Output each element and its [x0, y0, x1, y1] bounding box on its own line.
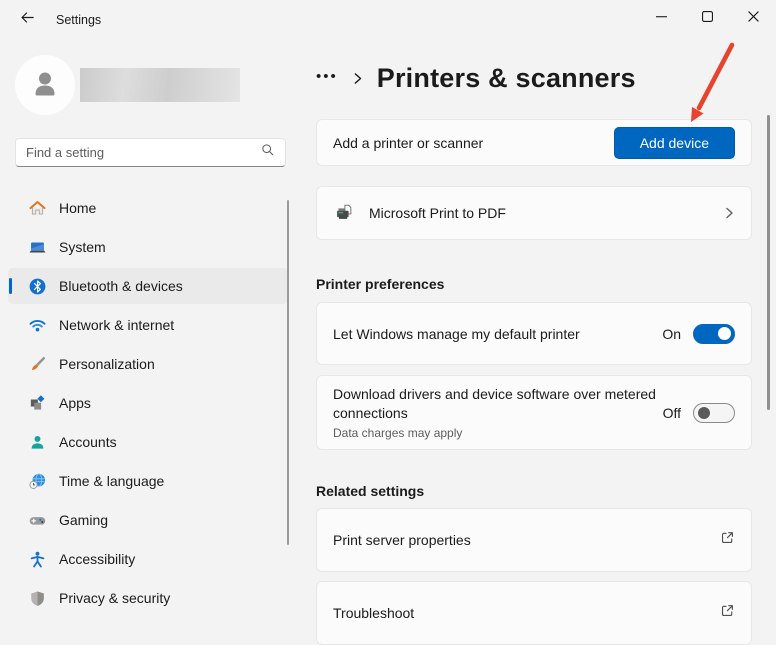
sidebar-item-label: Privacy & security: [59, 590, 170, 606]
sidebar-item-gaming[interactable]: Gaming: [8, 502, 288, 538]
back-arrow-icon: [20, 10, 35, 30]
person-avatar-icon: [28, 66, 62, 105]
sidebar-scrollbar[interactable]: [287, 200, 289, 545]
network-icon: [28, 316, 47, 335]
user-account-row[interactable]: [15, 55, 240, 115]
search-icon: [261, 143, 275, 162]
bluetooth-icon: [28, 277, 47, 296]
settings-window: { "window": { "title": "Settings" }, "si…: [0, 0, 776, 613]
troubleshoot-row[interactable]: Troubleshoot: [316, 581, 752, 645]
metered-connections-label: Download drivers and device software ove…: [333, 385, 663, 423]
gaming-icon: [28, 511, 47, 530]
sidebar-item-apps[interactable]: Apps: [8, 385, 288, 421]
sidebar-item-label: System: [59, 239, 106, 255]
home-icon: [28, 199, 47, 218]
toggle-state-label: On: [662, 326, 681, 342]
sidebar-item-label: Personalization: [59, 356, 155, 372]
sidebar-item-label: Time & language: [59, 473, 164, 489]
add-printer-label: Add a printer or scanner: [333, 135, 614, 151]
minimize-button[interactable]: [638, 0, 684, 36]
titlebar: Settings: [0, 0, 776, 40]
window-title: Settings: [56, 13, 101, 27]
add-device-button[interactable]: Add device: [614, 127, 735, 159]
printer-icon: [333, 202, 355, 224]
maximize-icon: [702, 9, 713, 27]
external-link-icon: [720, 530, 735, 550]
sidebar-item-label: Accounts: [59, 434, 117, 450]
sidebar-item-network-internet[interactable]: Network & internet: [8, 307, 288, 343]
search-box: [15, 138, 286, 167]
toggle-knob: [698, 407, 710, 419]
search-input[interactable]: [26, 145, 261, 160]
metered-connections-sublabel: Data charges may apply: [333, 426, 663, 440]
minimize-icon: [656, 9, 667, 27]
sidebar-item-label: Gaming: [59, 512, 108, 528]
toggle-knob: [718, 327, 731, 340]
sidebar-nav: Home System Bluetooth & devices Network …: [8, 190, 288, 619]
sidebar-item-privacy-security[interactable]: Privacy & security: [8, 580, 288, 616]
apps-icon: [28, 394, 47, 413]
sidebar-item-bluetooth-devices[interactable]: Bluetooth & devices: [8, 268, 288, 304]
accounts-icon: [28, 433, 47, 452]
manage-default-printer-toggle[interactable]: [693, 324, 735, 344]
personalization-icon: [28, 355, 47, 374]
back-button[interactable]: [10, 5, 44, 35]
page-title: Printers & scanners: [377, 63, 636, 94]
avatar: [15, 55, 75, 115]
section-header-printer-preferences: Printer preferences: [316, 276, 752, 292]
section-header-related-settings: Related settings: [316, 483, 752, 499]
sidebar-item-accounts[interactable]: Accounts: [8, 424, 288, 460]
breadcrumb-ellipsis-button[interactable]: •••: [316, 68, 338, 89]
sidebar-item-label: Bluetooth & devices: [59, 278, 183, 294]
print-server-properties-label: Print server properties: [333, 532, 720, 548]
print-server-properties-row[interactable]: Print server properties: [316, 508, 752, 572]
window-controls: [638, 0, 776, 36]
toggle-state-label: Off: [663, 405, 681, 421]
chevron-right-icon: [723, 207, 735, 219]
sidebar-item-time-language[interactable]: Time & language: [8, 463, 288, 499]
sidebar-item-label: Apps: [59, 395, 91, 411]
main-content: ••• Printers & scanners Add a printer or…: [300, 40, 776, 613]
breadcrumb: ••• Printers & scanners: [316, 58, 752, 98]
sidebar-item-label: Accessibility: [59, 551, 135, 567]
troubleshoot-label: Troubleshoot: [333, 605, 720, 621]
external-link-icon: [720, 603, 735, 623]
sidebar-item-home[interactable]: Home: [8, 190, 288, 226]
sidebar: Home System Bluetooth & devices Network …: [0, 40, 300, 613]
privacy-icon: [28, 589, 47, 608]
sidebar-item-personalization[interactable]: Personalization: [8, 346, 288, 382]
sidebar-item-label: Home: [59, 200, 96, 216]
main-scrollbar[interactable]: [767, 115, 770, 410]
add-printer-card: Add a printer or scanner Add device: [316, 119, 752, 166]
user-name-redacted: [80, 68, 240, 102]
accessibility-icon: [28, 550, 47, 569]
time-language-icon: [28, 472, 47, 491]
manage-default-printer-row: Let Windows manage my default printer On: [316, 302, 752, 365]
metered-connections-row: Download drivers and device software ove…: [316, 375, 752, 450]
close-button[interactable]: [730, 0, 776, 36]
manage-default-printer-label: Let Windows manage my default printer: [333, 326, 662, 342]
printer-device-row[interactable]: Microsoft Print to PDF: [316, 186, 752, 240]
metered-connections-text: Download drivers and device software ove…: [333, 385, 663, 440]
metered-connections-toggle[interactable]: [693, 403, 735, 423]
breadcrumb-chevron-icon: [351, 72, 364, 85]
maximize-button[interactable]: [684, 0, 730, 36]
system-icon: [28, 238, 47, 257]
close-icon: [748, 9, 759, 27]
sidebar-item-system[interactable]: System: [8, 229, 288, 265]
printer-device-name: Microsoft Print to PDF: [369, 205, 723, 221]
sidebar-item-label: Network & internet: [59, 317, 174, 333]
sidebar-item-accessibility[interactable]: Accessibility: [8, 541, 288, 577]
